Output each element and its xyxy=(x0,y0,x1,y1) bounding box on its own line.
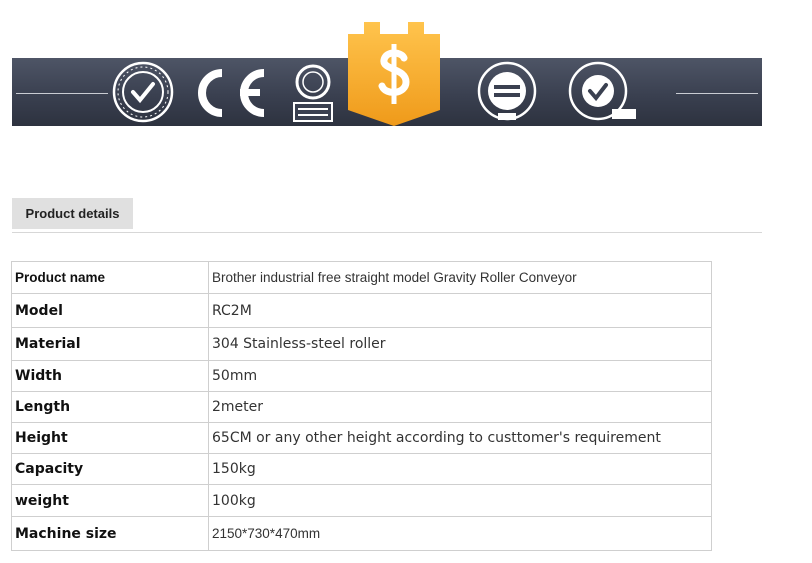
product-spec-table: Product name Brother industrial free str… xyxy=(11,261,712,551)
table-row: Product name Brother industrial free str… xyxy=(11,261,712,294)
iso-9001-icon xyxy=(476,61,538,123)
spec-key: Length xyxy=(11,391,209,423)
spec-value: 2150*730*470mm xyxy=(208,516,712,551)
tab-product-details-label: Product details xyxy=(25,206,120,221)
spec-value: 2meter xyxy=(208,391,712,423)
table-row: Width 50mm xyxy=(11,360,712,392)
tab-product-details[interactable]: Product details xyxy=(12,198,133,229)
bureau-veritas-icon xyxy=(290,62,336,124)
table-row: Height 65CM or any other height accordin… xyxy=(11,422,712,454)
spec-key: Width xyxy=(11,360,209,392)
sgs-icon xyxy=(568,61,638,123)
ce-mark-icon xyxy=(188,63,272,123)
table-row: weight 100kg xyxy=(11,484,712,517)
spec-key: Machine size xyxy=(11,516,209,551)
spec-value: Brother industrial free straight model G… xyxy=(208,261,712,294)
spec-value: RC2M xyxy=(208,293,712,328)
spec-key: Height xyxy=(11,422,209,454)
spec-value: 150kg xyxy=(208,453,712,485)
spec-key: Material xyxy=(11,327,209,361)
spec-value: 100kg xyxy=(208,484,712,517)
table-row: Model RC2M xyxy=(11,293,712,328)
dollar-shield-icon xyxy=(346,18,442,128)
spec-key: Capacity xyxy=(11,453,209,485)
spec-value: 65CM or any other height according to cu… xyxy=(208,422,712,454)
table-row: Material 304 Stainless-steel roller xyxy=(11,327,712,361)
table-row: Machine size 2150*730*470mm xyxy=(11,516,712,551)
section-divider xyxy=(12,232,762,233)
spec-value: 304 Stainless-steel roller xyxy=(208,327,712,361)
banner-left-line xyxy=(16,93,108,94)
spec-key: Product name xyxy=(11,261,209,294)
spec-value: 50mm xyxy=(208,360,712,392)
spec-key: Model xyxy=(11,293,209,328)
banner-right-line xyxy=(676,93,758,94)
table-row: Capacity 150kg xyxy=(11,453,712,485)
table-row: Length 2meter xyxy=(11,391,712,423)
supplier-assessment-icon xyxy=(112,61,174,123)
spec-key: weight xyxy=(11,484,209,517)
